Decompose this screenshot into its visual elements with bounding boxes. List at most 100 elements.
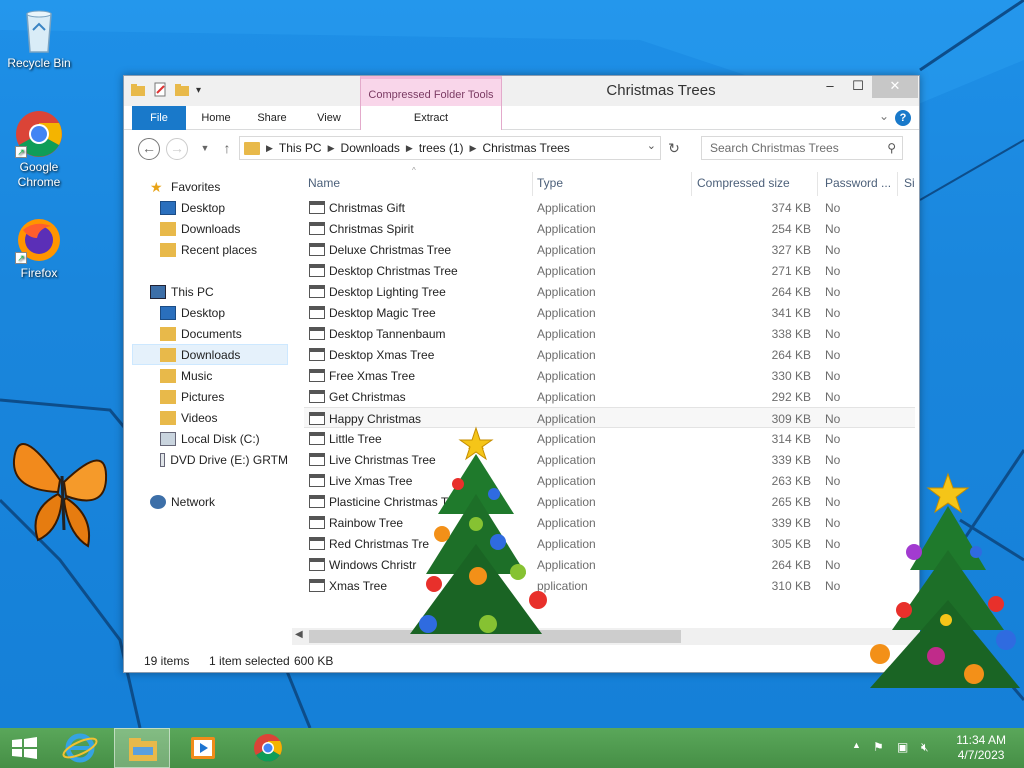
nav-network[interactable]: Network — [150, 491, 215, 512]
column-name[interactable]: Name — [308, 176, 340, 190]
file-password: No — [825, 412, 841, 426]
application-icon — [309, 495, 325, 508]
tab-view[interactable]: View — [309, 106, 349, 130]
nav-pc-music[interactable]: Music — [160, 365, 212, 386]
file-row[interactable]: Plasticine Christmas T Application 265 KB N… — [304, 491, 915, 512]
column-compressed-size[interactable]: Compressed size — [697, 176, 790, 190]
folder-icon[interactable] — [130, 82, 146, 98]
show-hidden-icons-icon[interactable]: ▲ — [852, 740, 861, 750]
scroll-left-icon[interactable]: ◀ — [295, 629, 303, 640]
file-name: Desktop Magic Tree — [329, 306, 436, 320]
desktop-icon-firefox[interactable]: ↗ Firefox — [1, 216, 77, 281]
back-button[interactable]: ← — [138, 138, 160, 160]
nav-pc-pictures[interactable]: Pictures — [160, 386, 224, 407]
file-row[interactable]: Christmas Spirit Application 254 KB No — [304, 218, 915, 239]
application-icon — [309, 348, 325, 361]
file-row[interactable]: Desktop Magic Tree Application 341 KB No — [304, 302, 915, 323]
breadcrumb-downloads[interactable]: Downloads — [341, 141, 400, 155]
action-center-flag-icon[interactable]: ⚑ — [873, 740, 884, 754]
file-name: Desktop Xmas Tree — [329, 348, 435, 362]
tab-file[interactable]: File — [132, 106, 186, 130]
address-dropdown-icon[interactable]: ⌄ — [647, 139, 656, 152]
file-row[interactable]: Little Tree Application 314 KB No — [304, 428, 915, 449]
desktop-icon-chrome[interactable]: ↗ Google Chrome — [1, 110, 77, 190]
videos-folder-icon — [160, 410, 176, 425]
help-icon[interactable]: ? — [895, 110, 911, 126]
tab-home[interactable]: Home — [196, 106, 236, 130]
file-row[interactable]: Desktop Christmas Tree Application 271 KB N… — [304, 260, 915, 281]
properties-icon[interactable] — [152, 82, 168, 98]
file-row[interactable]: Desktop Lighting Tree Application 264 KB No — [304, 281, 915, 302]
up-button[interactable]: ↑ — [216, 138, 238, 160]
nav-favorites[interactable]: ★ Favorites — [150, 176, 220, 197]
music-folder-icon — [160, 368, 176, 383]
maximize-button[interactable]: ☐ — [844, 76, 872, 98]
file-row[interactable]: Get Christmas Application 292 KB No — [304, 386, 915, 407]
file-row[interactable]: Rainbow Tree Application 339 KB No — [304, 512, 915, 533]
nav-fav-recent-places[interactable]: Recent places — [160, 239, 257, 260]
desktop-icon — [160, 200, 176, 215]
nav-pc-desktop[interactable]: Desktop — [160, 302, 225, 323]
title-bar[interactable]: ▾ Compressed Folder Tools Christmas Tree… — [124, 76, 919, 106]
start-button[interactable] — [0, 728, 48, 768]
qat-dropdown-icon[interactable]: ▾ — [196, 85, 201, 96]
taskbar-chrome[interactable] — [240, 728, 296, 768]
file-name: Christmas Spirit — [329, 222, 414, 236]
search-box[interactable]: Search Christmas Trees ⚲ — [701, 136, 903, 160]
nav-this-pc[interactable]: This PC — [150, 281, 214, 302]
application-icon — [309, 306, 325, 319]
file-password: No — [825, 243, 841, 257]
file-row[interactable]: Free Xmas Tree Application 330 KB No — [304, 365, 915, 386]
file-row[interactable]: Red Christmas Tre Application 305 KB No — [304, 533, 915, 554]
nav-pc-documents[interactable]: Documents — [160, 323, 242, 344]
file-password: No — [825, 222, 841, 236]
taskbar-media-player[interactable] — [176, 728, 232, 768]
horizontal-scrollbar[interactable]: ◀ — [292, 628, 920, 645]
breadcrumb-christmas-trees[interactable]: Christmas Trees — [482, 141, 569, 155]
taskbar-file-explorer[interactable] — [114, 728, 170, 768]
file-row[interactable]: Live Christmas Tree Application 339 KB No — [304, 449, 915, 470]
file-password: No — [825, 306, 841, 320]
address-bar[interactable]: ▶ This PC ▶ Downloads ▶ trees (1) ▶ Chri… — [239, 136, 661, 160]
system-clock[interactable]: 11:34 AM 4/7/2023 — [956, 733, 1006, 763]
file-row[interactable]: Live Xmas Tree Application 263 KB No — [304, 470, 915, 491]
file-row[interactable]: Deluxe Christmas Tree Application 327 KB No — [304, 239, 915, 260]
recent-locations-icon[interactable]: ▼ — [194, 138, 216, 160]
column-password[interactable]: Password ... — [825, 176, 891, 190]
tab-extract[interactable]: Extract — [360, 106, 502, 130]
application-icon — [309, 432, 325, 445]
file-row[interactable]: Windows Christr Application 264 KB No — [304, 554, 915, 575]
nav-pc-dvd-drive[interactable]: DVD Drive (E:) GRTM — [160, 449, 288, 470]
column-size[interactable]: Si — [904, 176, 915, 190]
forward-button[interactable]: → — [166, 138, 188, 160]
nav-fav-desktop[interactable]: Desktop — [160, 197, 225, 218]
network-tray-icon[interactable]: ▣ — [897, 740, 908, 754]
new-folder-icon[interactable] — [174, 82, 190, 98]
refresh-icon[interactable]: ↻ — [664, 140, 684, 158]
dvd-drive-icon — [160, 452, 166, 467]
file-type: Application — [537, 306, 596, 320]
nav-pc-videos[interactable]: Videos — [160, 407, 217, 428]
file-row[interactable]: Xmas Tree pplication 310 KB No — [304, 575, 915, 596]
file-row[interactable]: Christmas Gift Application 374 KB No — [304, 197, 915, 218]
nav-pc-local-disk[interactable]: Local Disk (C:) — [160, 428, 260, 449]
close-button[interactable]: ✕ — [872, 76, 918, 98]
tab-share[interactable]: Share — [252, 106, 292, 130]
desktop-icon-recycle-bin[interactable]: Recycle Bin — [1, 6, 77, 71]
file-row[interactable]: Happy Christmas Application 309 KB No — [304, 407, 915, 428]
application-icon — [309, 474, 325, 487]
column-type[interactable]: Type — [537, 176, 563, 190]
navigation-pane: ★ Favorites Desktop Downloads Recent pla… — [124, 168, 292, 638]
nav-pc-downloads[interactable]: Downloads — [132, 344, 288, 365]
taskbar-internet-explorer[interactable] — [52, 728, 108, 768]
nav-fav-downloads[interactable]: Downloads — [160, 218, 240, 239]
file-row[interactable]: Desktop Xmas Tree Application 264 KB No — [304, 344, 915, 365]
expand-ribbon-icon[interactable]: ⌄ — [879, 109, 889, 123]
file-password: No — [825, 264, 841, 278]
breadcrumb-trees[interactable]: trees (1) — [419, 141, 464, 155]
file-row[interactable]: Desktop Tannenbaum Application 338 KB No — [304, 323, 915, 344]
breadcrumb-this-pc[interactable]: This PC — [279, 141, 322, 155]
minimize-button[interactable]: – — [816, 76, 844, 98]
volume-muted-icon[interactable]: 🔇︎ — [921, 740, 929, 755]
file-password: No — [825, 474, 841, 488]
